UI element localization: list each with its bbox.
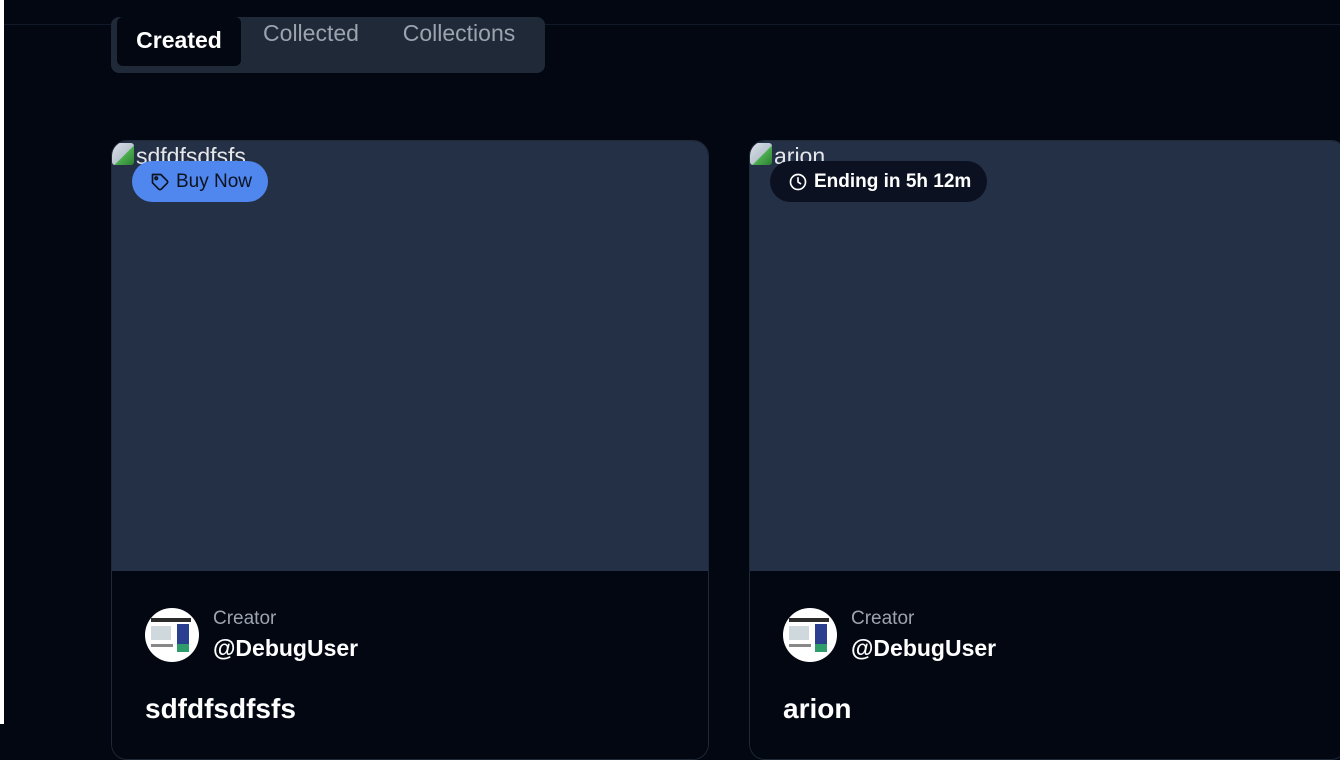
creator-handle[interactable]: @DebugUser [213, 635, 358, 662]
nft-image[interactable]: sdfdfsdfsfs Buy Now [112, 141, 708, 571]
window-edge [0, 0, 4, 724]
card-footer: Creator @DebugUser sdfdfsdfsfs [112, 571, 708, 759]
tag-icon [151, 173, 169, 190]
nft-image[interactable]: arion Ending in 5h 12m [750, 141, 1340, 571]
badge-label: Buy Now [176, 170, 253, 192]
broken-image-icon [112, 143, 134, 165]
tab-collected[interactable]: Collected [251, 17, 371, 49]
avatar[interactable] [145, 608, 199, 662]
tab-created[interactable]: Created [117, 17, 241, 66]
nft-card[interactable]: sdfdfsdfsfs Buy Now Creator @DebugUser s… [111, 140, 709, 760]
creator-handle[interactable]: @DebugUser [851, 635, 996, 662]
broken-image-icon [750, 143, 772, 165]
nft-title[interactable]: arion [783, 693, 851, 725]
auction-timer-badge: Ending in 5h 12m [770, 161, 988, 202]
card-footer: Creator @DebugUser arion [750, 571, 1340, 759]
badge-label: Ending in 5h 12m [814, 170, 972, 192]
tab-collections[interactable]: Collections [390, 17, 528, 49]
nft-card[interactable]: arion Ending in 5h 12m Creator @DebugUse… [749, 140, 1340, 760]
nft-title[interactable]: sdfdfsdfsfs [145, 693, 296, 725]
creator-label: Creator [213, 608, 277, 629]
clock-icon [789, 173, 807, 190]
buy-now-badge: Buy Now [132, 161, 269, 202]
avatar[interactable] [783, 608, 837, 662]
creator-label: Creator [851, 608, 915, 629]
